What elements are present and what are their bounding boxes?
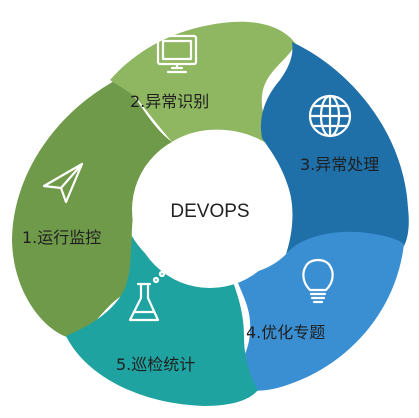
stage-label-optimize: 4.优化专题 [246,323,325,342]
stage-label-inspect: 5.巡检统计 [116,355,195,374]
devops-cycle-diagram: DEVOPS 1.运行监控 2.异常识别 3.异常处理 4.优化专题 5.巡检统… [12,21,409,406]
stage-label-monitor: 1.运行监控 [22,228,101,247]
globe-icon [308,94,352,138]
stage-label-handle: 3.异常处理 [300,155,379,174]
center-label: DEVOPS [170,201,249,222]
stage-label-detect: 2.异常识别 [130,92,209,111]
